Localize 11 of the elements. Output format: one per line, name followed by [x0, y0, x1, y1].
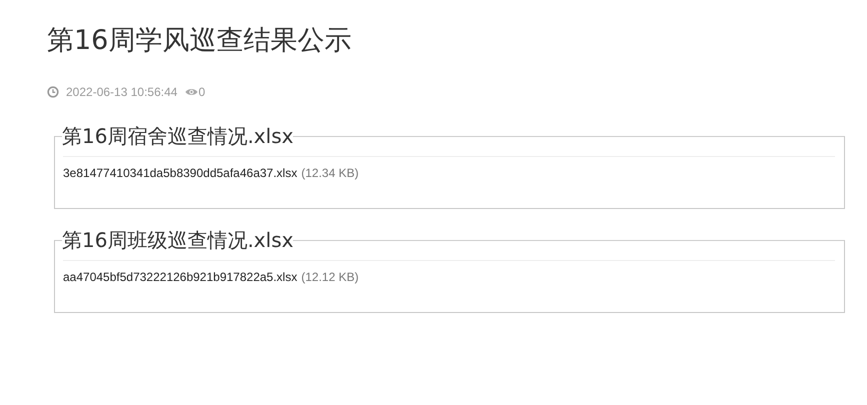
view-count: 0	[198, 85, 206, 99]
attachment-title: 第16周宿舍巡查情况.xlsx	[62, 123, 294, 150]
clock-icon	[47, 86, 59, 98]
file-size: (12.12 KB)	[301, 270, 359, 284]
attachment-title: 第16周班级巡查情况.xlsx	[62, 227, 294, 254]
article-title: 第16周学风巡查结果公示	[47, 24, 352, 58]
eye-icon	[185, 87, 198, 97]
file-link[interactable]: aa47045bf5d73222126b921b917822a5.xlsx	[63, 270, 298, 284]
file-size: (12.34 KB)	[301, 166, 359, 180]
publish-date: 2022-06-13 10:56:44	[66, 85, 178, 99]
file-link[interactable]: 3e81477410341da5b8390dd5afa46a37.xlsx	[63, 166, 298, 180]
